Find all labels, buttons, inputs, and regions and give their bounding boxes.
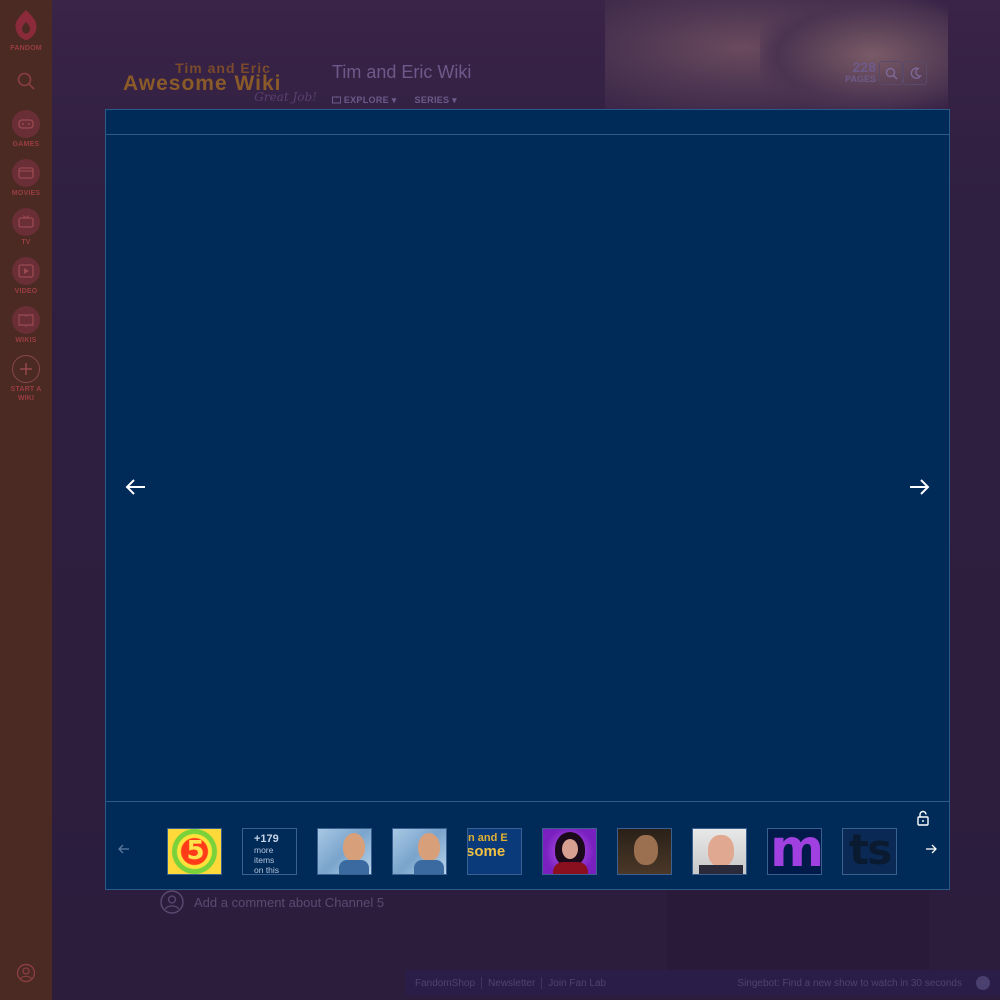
arrow-left-icon[interactable] — [124, 475, 148, 499]
lightbox-media-stage — [106, 135, 949, 801]
more-items-line1: more — [254, 845, 274, 855]
fandom-logo[interactable]: FANDOM — [10, 8, 42, 53]
thumbnail-image[interactable] — [542, 828, 597, 875]
thumbnail-more-items[interactable]: +179 more items on this — [242, 828, 297, 875]
games-icon — [12, 110, 40, 138]
search-icon — [17, 72, 35, 90]
thumbnail-image[interactable]: ts — [842, 828, 897, 875]
right-rail — [667, 890, 929, 975]
explore-label: EXPLORE — [343, 95, 389, 105]
moon-icon — [910, 67, 922, 79]
nav-label-start-wiki: START A WIKI — [10, 386, 42, 402]
nav-label-tv: TV — [21, 239, 31, 246]
footer-link-newsletter[interactable]: Newsletter — [488, 978, 535, 989]
more-items-line2: items — [254, 855, 275, 865]
thumbnail-wiki-logo[interactable]: n and Esome — [467, 828, 522, 875]
pages-count: 228 PAGES — [836, 60, 876, 84]
close-icon[interactable]: ✕ — [976, 976, 990, 990]
wiki-logo[interactable]: Tim and Eric Awesome Wiki Great Job! — [123, 60, 323, 110]
nav-item-start-wiki[interactable]: START A WIKI — [6, 355, 46, 403]
nav-item-wikis[interactable]: WIKIS — [12, 306, 40, 345]
book-icon — [332, 96, 341, 104]
theme-toggle-button[interactable] — [903, 61, 927, 85]
nav-label-games: GAMES — [12, 141, 40, 148]
avatar-icon — [160, 890, 184, 914]
thumbnail-strip: 5 +179 more items on this n and Esome m … — [167, 828, 897, 875]
fandom-label: FANDOM — [10, 45, 42, 52]
nav-item-movies[interactable]: MOVIES — [12, 159, 40, 198]
nav-item-tv[interactable]: TV — [12, 208, 40, 247]
lightbox-carousel: 5 +179 more items on this n and Esome m … — [106, 801, 949, 890]
video-icon — [12, 257, 40, 285]
footer-link-fandomshop[interactable]: FandomShop — [415, 978, 475, 989]
global-nav: FANDOM GAMES MOVIES TV VIDEO WIKIS START… — [0, 0, 52, 1000]
more-items-line3: on this — [254, 865, 280, 875]
thumbnail-image[interactable] — [317, 828, 372, 875]
thumbnail-image[interactable] — [392, 828, 447, 875]
tv-icon — [12, 208, 40, 236]
wikis-icon — [12, 306, 40, 334]
footer-link-fan-lab[interactable]: Join Fan Lab — [548, 978, 606, 989]
pages-count-number: 228 — [852, 59, 876, 75]
explore-menu[interactable]: EXPLORE ▾ — [332, 95, 397, 106]
global-footer-bar: FandomShop Newsletter Join Fan Lab Singe… — [405, 970, 1000, 996]
comment-input-row[interactable]: Add a comment about Channel 5 — [160, 890, 384, 914]
pages-count-label: PAGES — [845, 74, 876, 84]
fandom-heart-icon — [15, 10, 37, 40]
user-icon — [16, 963, 36, 983]
nav-item-video[interactable]: VIDEO — [12, 257, 40, 296]
footer-promo[interactable]: Singebot: Find a new show to watch in 30… — [737, 978, 962, 989]
comment-placeholder: Add a comment about Channel 5 — [194, 894, 385, 910]
footer-divider — [541, 977, 543, 989]
thumbnail-image[interactable] — [617, 828, 672, 875]
wiki-title[interactable]: Tim and Eric Wiki — [332, 62, 471, 83]
community-header-image-face — [760, 0, 948, 110]
series-label: SERIES — [414, 95, 450, 105]
media-lightbox: 5 +179 more items on this n and Esome m … — [105, 109, 950, 890]
carousel-prev-icon[interactable] — [117, 842, 131, 856]
nav-label-wikis: WIKIS — [15, 337, 37, 344]
search-icon — [885, 67, 897, 79]
carousel-next-icon[interactable] — [924, 842, 938, 856]
nav-label-video: VIDEO — [14, 288, 38, 295]
nav-search-button[interactable] — [16, 71, 36, 96]
more-items-count: +179 — [254, 833, 279, 845]
nav-item-games[interactable]: GAMES — [12, 110, 40, 149]
user-account-button[interactable] — [16, 963, 36, 988]
thumbnail-channel-5-logo[interactable]: 5 — [167, 828, 222, 875]
series-menu[interactable]: SERIES ▾ — [415, 95, 457, 106]
movies-icon — [12, 159, 40, 187]
wiki-logo-line3: Great Job! — [254, 90, 317, 104]
plus-icon — [12, 355, 40, 383]
thumbnail-image[interactable] — [692, 828, 747, 875]
footer-divider — [481, 977, 483, 989]
header-search-button[interactable] — [879, 61, 903, 85]
unlock-icon[interactable] — [915, 810, 931, 826]
thumbnail-image[interactable]: m — [767, 828, 822, 875]
wiki-nav: EXPLORE ▾ SERIES ▾ — [332, 95, 457, 106]
nav-label-movies: MOVIES — [11, 190, 41, 197]
arrow-right-icon[interactable] — [907, 475, 931, 499]
lightbox-header — [106, 110, 949, 135]
